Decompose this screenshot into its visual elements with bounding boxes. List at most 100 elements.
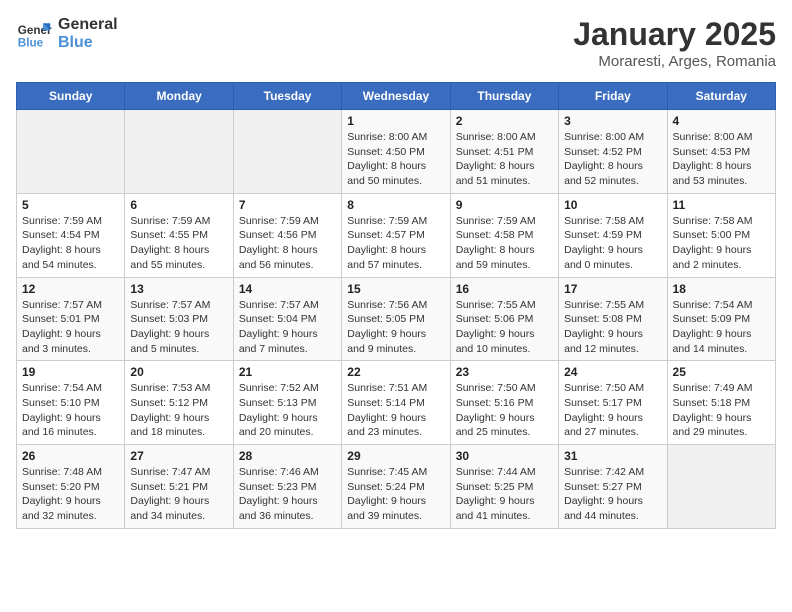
calendar-subtitle: Moraresti, Arges, Romania — [573, 53, 776, 70]
day-info: Sunrise: 7:59 AM Sunset: 4:58 PM Dayligh… — [456, 214, 553, 273]
day-number: 21 — [239, 365, 336, 379]
day-info: Sunrise: 7:58 AM Sunset: 4:59 PM Dayligh… — [564, 214, 661, 273]
day-number: 9 — [456, 198, 553, 212]
calendar-week-row: 1 Sunrise: 8:00 AM Sunset: 4:50 PM Daylig… — [17, 110, 776, 194]
day-of-week-friday: Friday — [559, 83, 667, 110]
logo: General Blue General Blue — [16, 16, 118, 52]
calendar-cell: 26 Sunrise: 7:48 AM Sunset: 5:20 PM Dayli… — [17, 445, 125, 529]
day-info: Sunrise: 8:00 AM Sunset: 4:53 PM Dayligh… — [673, 130, 770, 189]
day-number: 8 — [347, 198, 444, 212]
calendar-cell: 23 Sunrise: 7:50 AM Sunset: 5:16 PM Dayli… — [450, 361, 558, 445]
day-number: 19 — [22, 365, 119, 379]
day-number: 26 — [22, 449, 119, 463]
title-block: January 2025 Moraresti, Arges, Romania — [573, 16, 776, 70]
calendar-cell: 16 Sunrise: 7:55 AM Sunset: 5:06 PM Dayli… — [450, 277, 558, 361]
day-info: Sunrise: 7:56 AM Sunset: 5:05 PM Dayligh… — [347, 298, 444, 357]
day-of-week-monday: Monday — [125, 83, 233, 110]
day-info: Sunrise: 7:46 AM Sunset: 5:23 PM Dayligh… — [239, 465, 336, 524]
calendar-cell: 19 Sunrise: 7:54 AM Sunset: 5:10 PM Dayli… — [17, 361, 125, 445]
calendar-title: January 2025 — [573, 16, 776, 53]
day-number: 24 — [564, 365, 661, 379]
day-info: Sunrise: 7:48 AM Sunset: 5:20 PM Dayligh… — [22, 465, 119, 524]
calendar-cell: 6 Sunrise: 7:59 AM Sunset: 4:55 PM Daylig… — [125, 193, 233, 277]
day-info: Sunrise: 7:57 AM Sunset: 5:04 PM Dayligh… — [239, 298, 336, 357]
day-info: Sunrise: 7:42 AM Sunset: 5:27 PM Dayligh… — [564, 465, 661, 524]
calendar-cell: 3 Sunrise: 8:00 AM Sunset: 4:52 PM Daylig… — [559, 110, 667, 194]
logo-text-line1: General — [58, 16, 118, 34]
calendar-cell: 8Sunrise: 7:59 AM Sunset: 4:57 PM Daylig… — [342, 193, 450, 277]
calendar-cell: 11 Sunrise: 7:58 AM Sunset: 5:00 PM Dayli… — [667, 193, 775, 277]
calendar-cell: 25Sunrise: 7:49 AM Sunset: 5:18 PM Dayli… — [667, 361, 775, 445]
calendar-cell: 4Sunrise: 8:00 AM Sunset: 4:53 PM Daylig… — [667, 110, 775, 194]
day-number: 22 — [347, 365, 444, 379]
day-number: 17 — [564, 282, 661, 296]
day-info: Sunrise: 8:00 AM Sunset: 4:50 PM Dayligh… — [347, 130, 444, 189]
day-info: Sunrise: 7:55 AM Sunset: 5:08 PM Dayligh… — [564, 298, 661, 357]
calendar-cell — [17, 110, 125, 194]
day-number: 18 — [673, 282, 770, 296]
day-number: 20 — [130, 365, 227, 379]
day-number: 5 — [22, 198, 119, 212]
day-number: 28 — [239, 449, 336, 463]
calendar-cell: 10 Sunrise: 7:58 AM Sunset: 4:59 PM Dayli… — [559, 193, 667, 277]
day-info: Sunrise: 7:55 AM Sunset: 5:06 PM Dayligh… — [456, 298, 553, 357]
day-info: Sunrise: 7:54 AM Sunset: 5:10 PM Dayligh… — [22, 381, 119, 440]
day-number: 7 — [239, 198, 336, 212]
calendar-cell: 30 Sunrise: 7:44 AM Sunset: 5:25 PM Dayli… — [450, 445, 558, 529]
day-number: 23 — [456, 365, 553, 379]
page-header: General Blue General Blue January 2025 M… — [16, 16, 776, 70]
calendar-cell: 24 Sunrise: 7:50 AM Sunset: 5:17 PM Dayli… — [559, 361, 667, 445]
calendar-week-row: 12Sunrise: 7:57 AM Sunset: 5:01 PM Dayli… — [17, 277, 776, 361]
day-info: Sunrise: 7:58 AM Sunset: 5:00 PM Dayligh… — [673, 214, 770, 273]
day-info: Sunrise: 7:47 AM Sunset: 5:21 PM Dayligh… — [130, 465, 227, 524]
day-number: 2 — [456, 114, 553, 128]
day-number: 10 — [564, 198, 661, 212]
calendar-week-row: 26 Sunrise: 7:48 AM Sunset: 5:20 PM Dayli… — [17, 445, 776, 529]
calendar-cell: 17 Sunrise: 7:55 AM Sunset: 5:08 PM Dayli… — [559, 277, 667, 361]
calendar-cell: 9 Sunrise: 7:59 AM Sunset: 4:58 PM Daylig… — [450, 193, 558, 277]
day-of-week-tuesday: Tuesday — [233, 83, 341, 110]
calendar-header-row: SundayMondayTuesdayWednesdayThursdayFrid… — [17, 83, 776, 110]
day-number: 11 — [673, 198, 770, 212]
day-of-week-saturday: Saturday — [667, 83, 775, 110]
calendar-cell: 5Sunrise: 7:59 AM Sunset: 4:54 PM Daylig… — [17, 193, 125, 277]
calendar-cell: 14Sunrise: 7:57 AM Sunset: 5:04 PM Dayli… — [233, 277, 341, 361]
calendar-cell — [667, 445, 775, 529]
day-info: Sunrise: 7:50 AM Sunset: 5:17 PM Dayligh… — [564, 381, 661, 440]
day-info: Sunrise: 7:54 AM Sunset: 5:09 PM Dayligh… — [673, 298, 770, 357]
calendar-cell: 21 Sunrise: 7:52 AM Sunset: 5:13 PM Dayli… — [233, 361, 341, 445]
calendar-cell: 2 Sunrise: 8:00 AM Sunset: 4:51 PM Daylig… — [450, 110, 558, 194]
day-number: 3 — [564, 114, 661, 128]
day-info: Sunrise: 8:00 AM Sunset: 4:51 PM Dayligh… — [456, 130, 553, 189]
day-of-week-wednesday: Wednesday — [342, 83, 450, 110]
calendar-week-row: 19 Sunrise: 7:54 AM Sunset: 5:10 PM Dayli… — [17, 361, 776, 445]
calendar-cell: 29Sunrise: 7:45 AM Sunset: 5:24 PM Dayli… — [342, 445, 450, 529]
calendar-cell: 1 Sunrise: 8:00 AM Sunset: 4:50 PM Daylig… — [342, 110, 450, 194]
day-number: 31 — [564, 449, 661, 463]
day-number: 30 — [456, 449, 553, 463]
day-info: Sunrise: 7:51 AM Sunset: 5:14 PM Dayligh… — [347, 381, 444, 440]
day-info: Sunrise: 7:50 AM Sunset: 5:16 PM Dayligh… — [456, 381, 553, 440]
calendar-cell: 31 Sunrise: 7:42 AM Sunset: 5:27 PM Dayli… — [559, 445, 667, 529]
day-info: Sunrise: 7:59 AM Sunset: 4:55 PM Dayligh… — [130, 214, 227, 273]
day-info: Sunrise: 7:57 AM Sunset: 5:01 PM Dayligh… — [22, 298, 119, 357]
day-info: Sunrise: 8:00 AM Sunset: 4:52 PM Dayligh… — [564, 130, 661, 189]
day-info: Sunrise: 7:44 AM Sunset: 5:25 PM Dayligh… — [456, 465, 553, 524]
day-info: Sunrise: 7:52 AM Sunset: 5:13 PM Dayligh… — [239, 381, 336, 440]
logo-text-line2: Blue — [58, 34, 118, 52]
day-number: 1 — [347, 114, 444, 128]
day-number: 15 — [347, 282, 444, 296]
day-of-week-sunday: Sunday — [17, 83, 125, 110]
svg-text:Blue: Blue — [18, 37, 44, 50]
day-number: 25 — [673, 365, 770, 379]
day-of-week-thursday: Thursday — [450, 83, 558, 110]
calendar-cell: 15 Sunrise: 7:56 AM Sunset: 5:05 PM Dayli… — [342, 277, 450, 361]
calendar-cell: 12Sunrise: 7:57 AM Sunset: 5:01 PM Dayli… — [17, 277, 125, 361]
day-number: 16 — [456, 282, 553, 296]
calendar-week-row: 5Sunrise: 7:59 AM Sunset: 4:54 PM Daylig… — [17, 193, 776, 277]
calendar-cell — [125, 110, 233, 194]
calendar-cell — [233, 110, 341, 194]
calendar-cell: 20 Sunrise: 7:53 AM Sunset: 5:12 PM Dayli… — [125, 361, 233, 445]
day-info: Sunrise: 7:53 AM Sunset: 5:12 PM Dayligh… — [130, 381, 227, 440]
day-number: 6 — [130, 198, 227, 212]
